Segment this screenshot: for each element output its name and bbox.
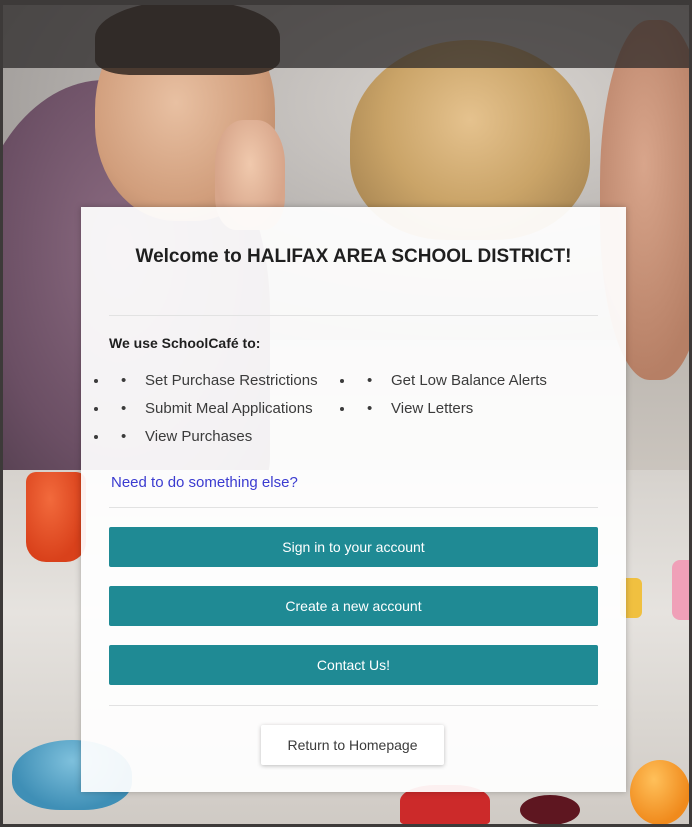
photo-fruit — [520, 795, 580, 825]
return-to-homepage-button[interactable]: Return to Homepage — [261, 725, 444, 765]
feature-item: Submit Meal Applications — [109, 395, 313, 423]
sign-in-button[interactable]: Sign in to your account — [109, 527, 598, 567]
feature-item: Get Low Balance Alerts — [355, 367, 547, 395]
photo-pink-item — [672, 560, 692, 620]
divider — [109, 507, 598, 508]
top-header-bar — [0, 0, 692, 68]
feature-item: View Purchases — [109, 423, 252, 451]
welcome-card: Welcome to HALIFAX AREA SCHOOL DISTRICT!… — [81, 207, 626, 792]
photo-orange — [630, 760, 690, 825]
feature-item: View Letters — [355, 395, 473, 423]
feature-list: Set Purchase Restrictions Submit Meal Ap… — [109, 367, 598, 457]
divider — [109, 315, 598, 316]
divider — [109, 705, 598, 706]
welcome-title: Welcome to HALIFAX AREA SCHOOL DISTRICT! — [135, 246, 572, 267]
intro-text: We use SchoolCafé to: — [109, 335, 261, 351]
photo-red-cup — [26, 472, 86, 562]
contact-us-button[interactable]: Contact Us! — [109, 645, 598, 685]
create-account-button[interactable]: Create a new account — [109, 586, 598, 626]
need-something-else-link[interactable]: Need to do something else? — [111, 474, 298, 491]
feature-item: Set Purchase Restrictions — [109, 367, 318, 395]
